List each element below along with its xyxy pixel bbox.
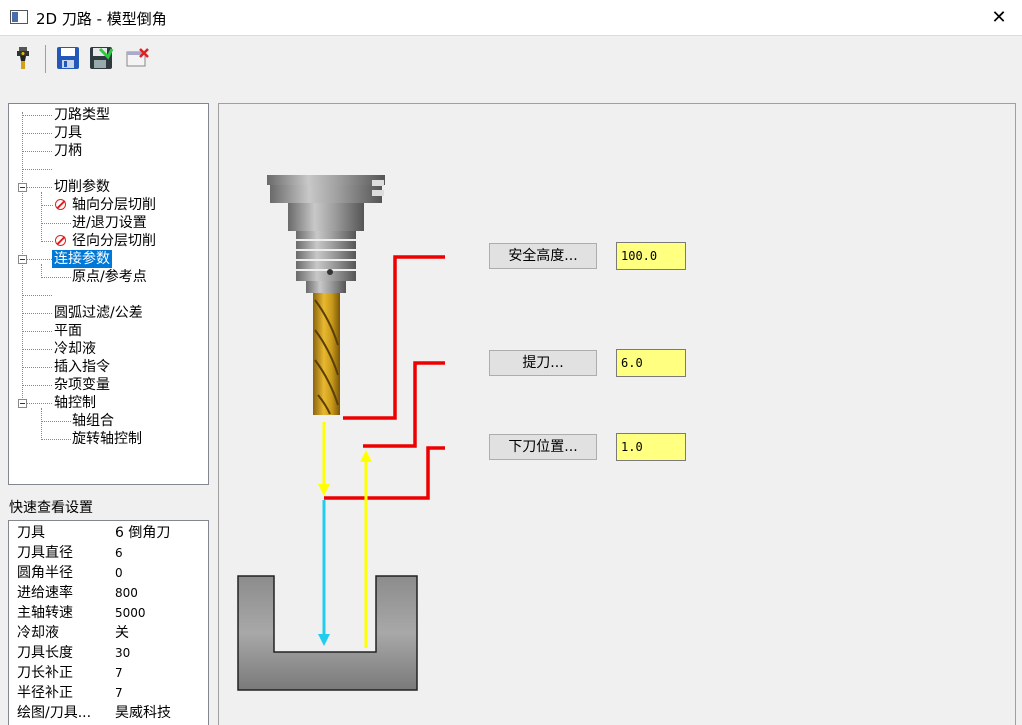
clearance-input[interactable]: 100.0 xyxy=(616,242,686,270)
clearance-line xyxy=(343,255,445,420)
feed-plane-button[interactable]: 下刀位置... xyxy=(489,434,597,460)
feed-plane-line xyxy=(324,446,445,500)
feed-plane-input[interactable]: 1.0 xyxy=(616,433,686,461)
retract-input[interactable]: 6.0 xyxy=(616,349,686,377)
clearance-button[interactable]: 安全高度... xyxy=(489,243,597,269)
feed-down-arrow-head xyxy=(318,634,330,646)
tool-holder-icon xyxy=(267,175,385,293)
rapid-down-arrow-head xyxy=(318,484,330,496)
workpiece-icon xyxy=(237,575,418,691)
end-mill-icon xyxy=(313,293,340,415)
retract-up-arrow-head xyxy=(360,450,372,462)
retract-line xyxy=(363,361,445,448)
retract-button[interactable]: 提刀... xyxy=(489,350,597,376)
